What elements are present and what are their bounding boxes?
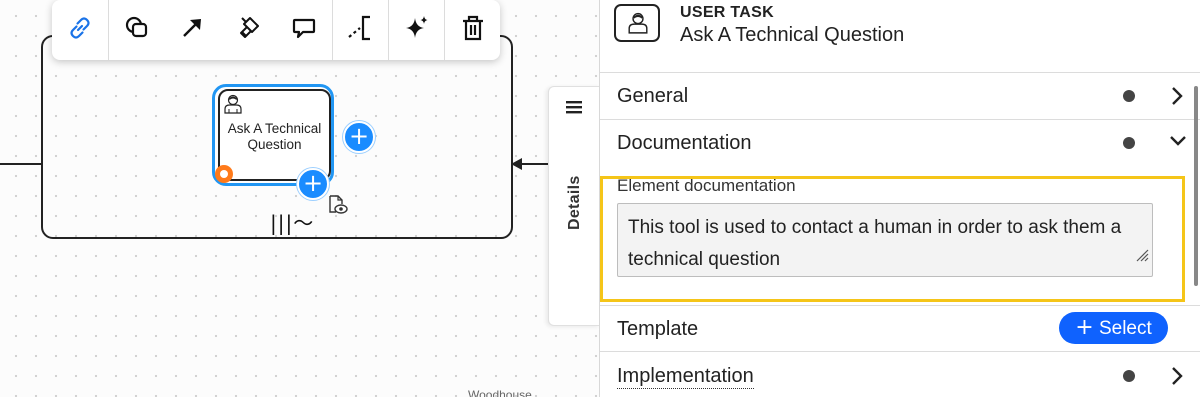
append-right-button[interactable]: + — [343, 121, 375, 153]
link-tool[interactable] — [52, 0, 108, 60]
chevron-right-icon[interactable] — [1169, 86, 1185, 111]
annotation-tool[interactable] — [332, 0, 388, 60]
canvas-cut-off-label: Woodhouse — [468, 388, 532, 397]
link-icon — [65, 13, 95, 48]
element-documentation-label: Element documentation — [617, 176, 796, 195]
implementation-indicator-dot — [1123, 370, 1135, 382]
properties-panel: USER TASK Ask A Technical Question Gener… — [599, 0, 1200, 397]
section-documentation-title: Documentation — [617, 132, 752, 154]
shapes-icon — [122, 13, 152, 48]
menu-icon — [565, 99, 583, 120]
section-implementation-title: Implementation — [617, 365, 754, 389]
section-general-title: General — [617, 85, 689, 107]
documentation-view-icon[interactable] — [327, 194, 349, 221]
shapes-tool[interactable] — [108, 0, 164, 60]
trash-icon — [458, 13, 488, 48]
task-label: Ask A Technical Question — [227, 121, 322, 152]
chevron-right-icon[interactable] — [1169, 366, 1185, 391]
context-toolbar — [52, 0, 500, 60]
element-name: Ask A Technical Question — [680, 24, 905, 46]
element-documentation-value: This tool is used to contact a human in … — [628, 217, 1122, 270]
panel-scrollbar[interactable] — [1194, 86, 1198, 286]
plus-icon: + — [1075, 315, 1094, 340]
select-button-label: Select — [1098, 318, 1152, 339]
resize-grip-icon[interactable] — [1135, 241, 1149, 273]
connect-tool[interactable] — [164, 0, 220, 60]
user-task-header-icon — [614, 4, 660, 42]
sequence-flow-in[interactable] — [0, 163, 42, 165]
append-below-button[interactable]: + — [297, 168, 329, 200]
boundary-event[interactable] — [215, 165, 233, 183]
template-select-button[interactable]: + Select — [1059, 312, 1168, 344]
section-general[interactable]: General — [600, 72, 1200, 120]
section-template-title: Template — [617, 318, 699, 340]
panel-header: USER TASK Ask A Technical Question — [600, 0, 1200, 73]
general-indicator-dot — [1123, 90, 1135, 102]
section-implementation[interactable]: Implementation — [600, 351, 1200, 397]
comment-tool[interactable] — [276, 0, 332, 60]
annotation-icon — [346, 13, 376, 48]
details-tab[interactable]: Details — [548, 86, 600, 326]
paint-bucket-icon — [233, 13, 263, 48]
arrow-icon — [177, 13, 207, 48]
comment-icon — [289, 13, 319, 48]
delete-tool[interactable] — [444, 0, 500, 60]
ai-tool[interactable] — [388, 0, 444, 60]
element-documentation-textarea[interactable]: This tool is used to contact a human in … — [617, 203, 1153, 277]
bpmn-canvas[interactable]: |||〜 Ask A Technical Question + + Woodho… — [0, 0, 600, 397]
chevron-down-icon[interactable] — [1169, 133, 1187, 154]
paint-tool[interactable] — [220, 0, 276, 60]
documentation-indicator-dot — [1123, 137, 1135, 149]
loop-marker: |||〜 — [270, 211, 315, 235]
user-task-icon — [224, 94, 242, 119]
element-type: USER TASK — [680, 4, 774, 21]
details-tab-label: Details — [566, 175, 583, 230]
sparkle-icon — [402, 13, 432, 48]
section-documentation[interactable]: Documentation — [600, 119, 1200, 165]
